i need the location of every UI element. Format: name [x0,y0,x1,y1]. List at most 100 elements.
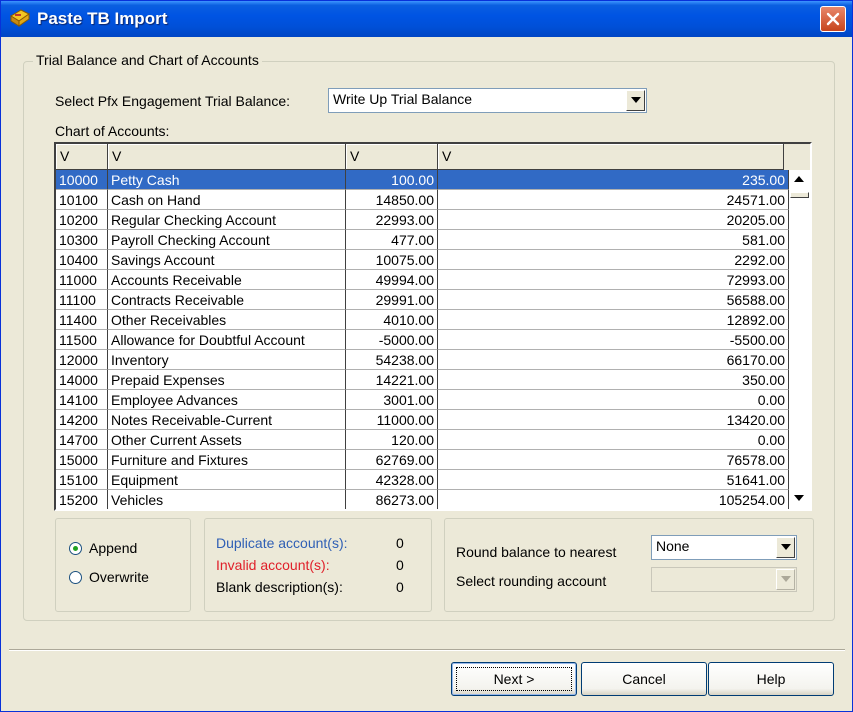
table-cell-desc[interactable]: Cash on Hand [108,190,346,210]
table-row[interactable]: 10400 Savings Account 10075.00 2292.00 [56,250,789,270]
vertical-scrollbar[interactable] [789,170,810,509]
table-cell-a[interactable]: 42328.00 [346,470,438,490]
table-cell-desc[interactable]: Allowance for Doubtful Account [108,330,346,350]
table-cell-num[interactable]: 11500 [56,330,108,350]
scroll-down-button[interactable] [789,489,810,509]
next-button[interactable]: Next > [451,662,577,696]
table-cell-b[interactable]: 12892.00 [438,310,789,330]
table-cell-a[interactable]: 4010.00 [346,310,438,330]
table-cell-b[interactable]: 2292.00 [438,250,789,270]
table-cell-desc[interactable]: Contracts Receivable [108,290,346,310]
column-header[interactable]: V [56,144,108,170]
table-cell-a[interactable]: 10075.00 [346,250,438,270]
table-cell-desc[interactable]: Prepaid Expenses [108,370,346,390]
table-cell-num[interactable]: 14100 [56,390,108,410]
table-cell-desc[interactable]: Other Current Assets [108,430,346,450]
table-cell-desc[interactable]: Savings Account [108,250,346,270]
overwrite-radio-dot[interactable] [69,571,82,584]
table-row[interactable]: 14200 Notes Receivable-Current 11000.00 134… [56,410,789,430]
table-cell-b[interactable]: 66170.00 [438,350,789,370]
accounts-grid[interactable]: V V V V 10000 Petty Cash 100.00 235.00 10100… [54,142,812,511]
close-button[interactable] [820,6,846,32]
table-cell-b[interactable]: 235.00 [438,170,789,190]
column-header[interactable]: V [346,144,438,170]
table-row[interactable]: 11500 Allowance for Doubtful Account -5000… [56,330,789,350]
table-cell-desc[interactable]: Furniture and Fixtures [108,450,346,470]
table-cell-b[interactable]: -5500.00 [438,330,789,350]
table-cell-num[interactable]: 15100 [56,470,108,490]
table-cell-desc[interactable]: Inventory [108,350,346,370]
chevron-down-icon[interactable] [776,569,795,590]
table-row[interactable]: 15200 Vehicles 86273.00 105254.00 [56,490,789,509]
table-row[interactable]: 15100 Equipment 42328.00 51641.00 [56,470,789,490]
table-cell-a[interactable]: 477.00 [346,230,438,250]
table-row[interactable]: 11100 Contracts Receivable 29991.00 56588.0… [56,290,789,310]
table-cell-a[interactable]: 3001.00 [346,390,438,410]
table-cell-num[interactable]: 10100 [56,190,108,210]
table-cell-b[interactable]: 51641.00 [438,470,789,490]
table-cell-num[interactable]: 14000 [56,370,108,390]
table-cell-a[interactable]: 62769.00 [346,450,438,470]
table-cell-num[interactable]: 10300 [56,230,108,250]
table-cell-a[interactable]: 29991.00 [346,290,438,310]
table-cell-b[interactable]: 24571.00 [438,190,789,210]
table-cell-a[interactable]: 100.00 [346,170,438,190]
table-cell-desc[interactable]: Equipment [108,470,346,490]
table-cell-desc[interactable]: Regular Checking Account [108,210,346,230]
chevron-down-icon[interactable] [626,90,645,111]
column-header[interactable]: V [438,144,784,170]
table-cell-num[interactable]: 10000 [56,170,108,190]
column-header[interactable]: V [108,144,346,170]
table-cell-b[interactable]: 76578.00 [438,450,789,470]
table-cell-a[interactable]: 49994.00 [346,270,438,290]
table-row[interactable]: 14700 Other Current Assets 120.00 0.00 [56,430,789,450]
table-cell-num[interactable]: 12000 [56,350,108,370]
table-row[interactable]: 10000 Petty Cash 100.00 235.00 [56,170,789,190]
table-row[interactable]: 11000 Accounts Receivable 49994.00 72993.00 [56,270,789,290]
table-cell-desc[interactable]: Other Receivables [108,310,346,330]
help-button[interactable]: Help [708,662,834,696]
table-cell-a[interactable]: 86273.00 [346,490,438,509]
table-row[interactable]: 15000 Furniture and Fixtures 62769.00 76578… [56,450,789,470]
table-cell-num[interactable]: 15200 [56,490,108,509]
round-balance-select[interactable]: None [651,535,797,560]
table-cell-a[interactable]: -5000.00 [346,330,438,350]
table-cell-num[interactable]: 15000 [56,450,108,470]
table-row[interactable]: 10200 Regular Checking Account 22993.00 202… [56,210,789,230]
table-cell-a[interactable]: 14221.00 [346,370,438,390]
table-cell-num[interactable]: 14200 [56,410,108,430]
table-row[interactable]: 14000 Prepaid Expenses 14221.00 350.00 [56,370,789,390]
append-radio-dot[interactable] [69,542,82,555]
table-cell-desc[interactable]: Accounts Receivable [108,270,346,290]
table-row[interactable]: 11400 Other Receivables 4010.00 12892.00 [56,310,789,330]
engagement-select[interactable]: Write Up Trial Balance [328,88,647,113]
table-cell-a[interactable]: 11000.00 [346,410,438,430]
table-cell-a[interactable]: 54238.00 [346,350,438,370]
table-cell-desc[interactable]: Payroll Checking Account [108,230,346,250]
table-cell-a[interactable]: 22993.00 [346,210,438,230]
table-cell-b[interactable]: 350.00 [438,370,789,390]
table-cell-b[interactable]: 581.00 [438,230,789,250]
table-cell-desc[interactable]: Notes Receivable-Current [108,410,346,430]
table-cell-a[interactable]: 120.00 [346,430,438,450]
table-cell-num[interactable]: 10200 [56,210,108,230]
table-cell-num[interactable]: 11000 [56,270,108,290]
table-cell-b[interactable]: 72993.00 [438,270,789,290]
table-cell-desc[interactable]: Employee Advances [108,390,346,410]
scroll-thumb[interactable] [790,192,809,198]
table-row[interactable]: 10100 Cash on Hand 14850.00 24571.00 [56,190,789,210]
table-cell-b[interactable]: 105254.00 [438,490,789,509]
table-cell-b[interactable]: 56588.00 [438,290,789,310]
chevron-down-icon[interactable] [776,537,795,558]
table-cell-num[interactable]: 14700 [56,430,108,450]
table-cell-num[interactable]: 11100 [56,290,108,310]
table-row[interactable]: 10300 Payroll Checking Account 477.00 581.0… [56,230,789,250]
table-cell-b[interactable]: 0.00 [438,390,789,410]
table-cell-desc[interactable]: Petty Cash [108,170,346,190]
table-cell-num[interactable]: 10400 [56,250,108,270]
rounding-account-select[interactable] [651,567,797,592]
cancel-button[interactable]: Cancel [581,662,707,696]
title-bar[interactable]: Paste TB Import [1,1,852,37]
table-cell-desc[interactable]: Vehicles [108,490,346,509]
table-cell-b[interactable]: 0.00 [438,430,789,450]
